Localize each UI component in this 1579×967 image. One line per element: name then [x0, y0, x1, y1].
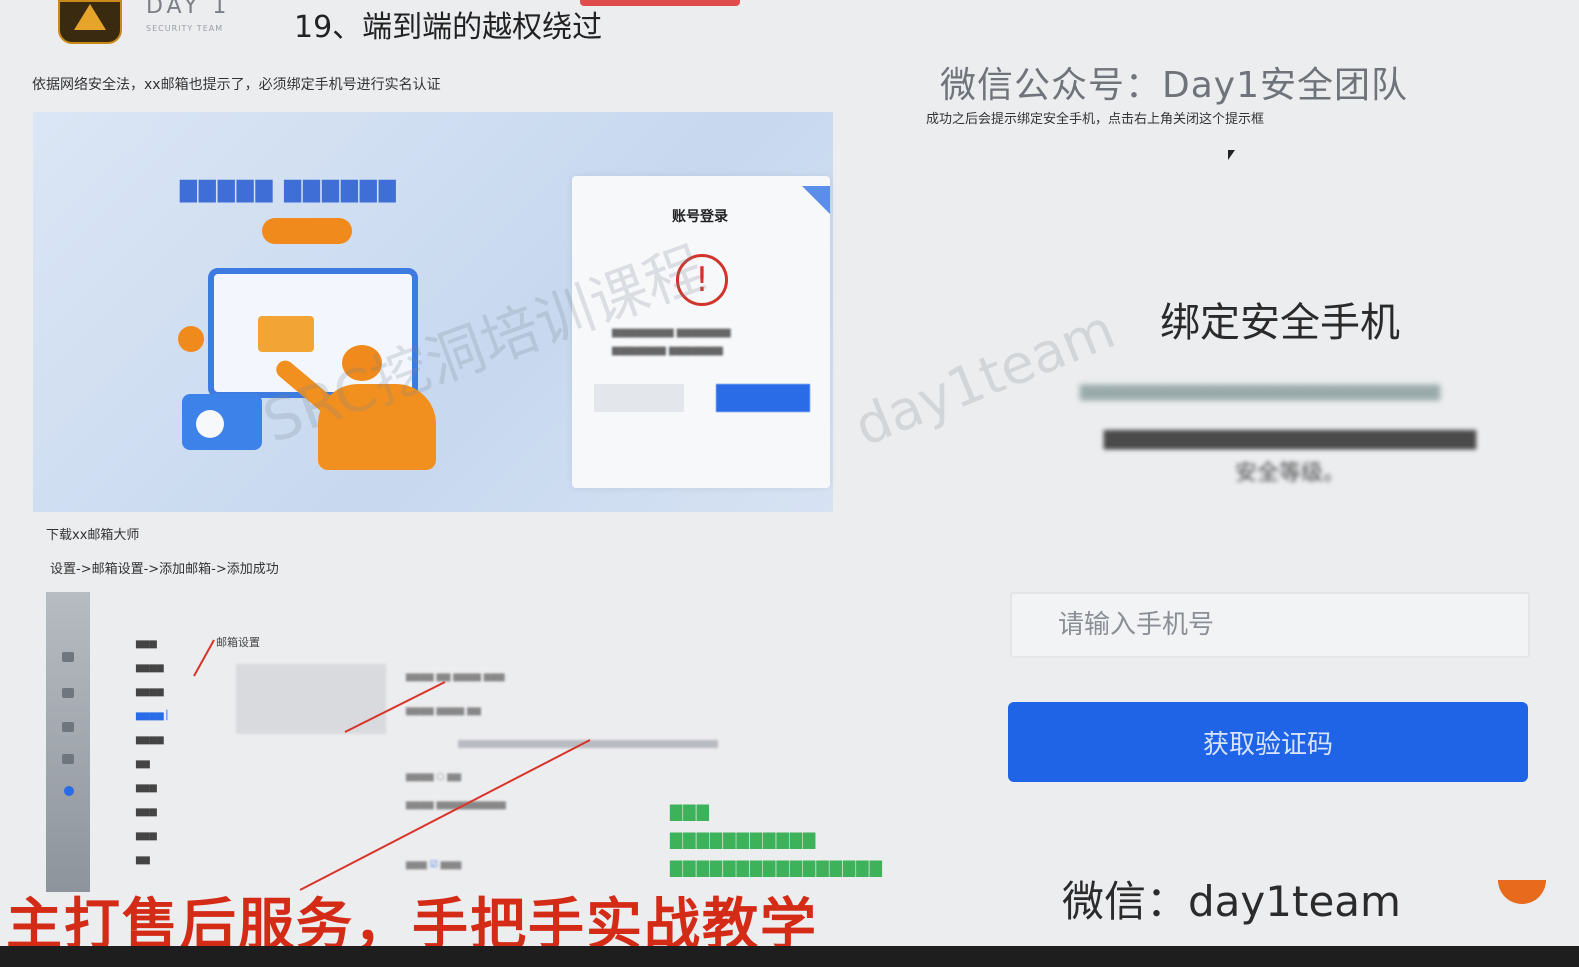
qr-corner-icon[interactable]	[802, 186, 830, 214]
close-hint-note: 成功之后会提示绑定安全手机，点击右上角关闭这个提示框	[926, 112, 1265, 127]
brand-name: DAY 1	[146, 0, 231, 19]
wechat-contact: 微信：day1team	[1062, 877, 1401, 926]
title-decoration	[580, 0, 740, 6]
arrow-to-settings	[193, 639, 215, 677]
menu-item-blurred[interactable]: ▆▆▆	[136, 632, 173, 656]
bind-phone-desc-blurred: ▆▆▆▆▆▆▆▆▆▆▆▆▆▆▆▆▆▆▆▆▆▆	[1103, 425, 1477, 450]
folder-icon	[258, 316, 314, 352]
screen-bezel	[0, 946, 1579, 967]
menu-item-blurred[interactable]: ▆▆▆▆	[136, 680, 173, 704]
arrow-to-credentials	[299, 739, 591, 891]
bind-phone-account-blurred: ▆▆▆▆▆▆▆▆▆▆▆▆▆▆▆▆▆▆▆▆▆▆▆▆▆▆	[1080, 380, 1440, 401]
menu-item-blurred[interactable]: ▆▆	[136, 752, 173, 776]
menu-item-blurred[interactable]: ▆▆	[136, 848, 173, 872]
dialog-cancel-button[interactable]	[594, 384, 684, 412]
annotation-arrows	[193, 639, 591, 891]
menu-item-blurred[interactable]: ▆▆▆	[136, 800, 173, 824]
menu-item-blurred[interactable]: ▆▆▆▆	[136, 656, 173, 680]
wechat-account-label: 微信公众号：Day1安全团队	[940, 65, 1408, 106]
settings-menu: ▆▆▆ ▆▆▆▆ ▆▆▆▆ ▆▆▆▆ ▏ ▆▆▆▆ ▆▆ ▆▆▆ ▆▆▆ ▆▆▆…	[136, 632, 173, 872]
banner-headline-blurred: ▇▇▇▇▇ ▇▇▇▇▇▇	[180, 178, 398, 203]
day1-logo	[58, 0, 122, 44]
mouse-cursor-icon	[1228, 150, 1235, 160]
app-sidebar	[46, 592, 90, 892]
sidebar-calendar-icon[interactable]	[62, 722, 74, 732]
bind-phone-title: 绑定安全手机	[1160, 300, 1400, 346]
menu-item-active-blurred[interactable]: ▆▆▆▆ ▏	[136, 704, 173, 728]
brand-subtitle: SECURITY TEAM	[146, 24, 224, 33]
bind-phone-description: ▆▆▆▆▆▆▆▆▆▆▆▆▆▆▆▆▆▆▆▆▆▆ 安全等级。	[1030, 420, 1550, 492]
arrow-circle-icon	[178, 326, 204, 352]
sidebar-mail-icon[interactable]	[62, 652, 74, 662]
dialog-confirm-button[interactable]	[716, 384, 810, 412]
sidebar-settings-icon[interactable]	[64, 786, 74, 796]
sidebar-notes-icon[interactable]	[62, 754, 74, 764]
arrow-to-mailbox	[344, 681, 446, 733]
instruction-note: 依据网络安全法，xx邮箱也提示了，必须绑定手机号进行实名认证	[32, 77, 441, 93]
phone-number-input[interactable]	[1010, 592, 1530, 658]
orange-decoration	[1498, 880, 1546, 904]
get-verification-code-button[interactable]: 获取验证码	[1008, 702, 1528, 782]
step-path: 设置->邮箱设置->添加邮箱->添加成功	[50, 562, 279, 577]
menu-item-blurred[interactable]: ▆▆▆▆	[136, 728, 173, 752]
shield-badge-icon	[196, 410, 224, 438]
menu-item-blurred[interactable]: ▆▆▆	[136, 776, 173, 800]
banner-cta-button[interactable]	[262, 218, 352, 244]
step-download: 下载xx邮箱大师	[46, 528, 140, 543]
menu-item-blurred[interactable]: ▆▆▆	[136, 824, 173, 848]
slide-title: 19、端到端的越权绕过	[294, 10, 603, 45]
masked-credentials-blurred: ▇▇▇ ▇▇▇▇▇▇▇▇▇▇▇ ▇▇▇▇▇▇▇▇▇▇▇▇▇▇▇▇	[670, 802, 883, 877]
sidebar-contacts-icon[interactable]	[62, 688, 74, 698]
bind-phone-desc-line: 安全等级。	[1234, 461, 1345, 486]
login-dialog-text-blurred: ▆▆▆▆▆▆▆▆ ▆▆▆▆▆▆▆ ▆▆▆▆▆▆▆ ▆▆▆▆▆▆▆	[612, 327, 731, 356]
